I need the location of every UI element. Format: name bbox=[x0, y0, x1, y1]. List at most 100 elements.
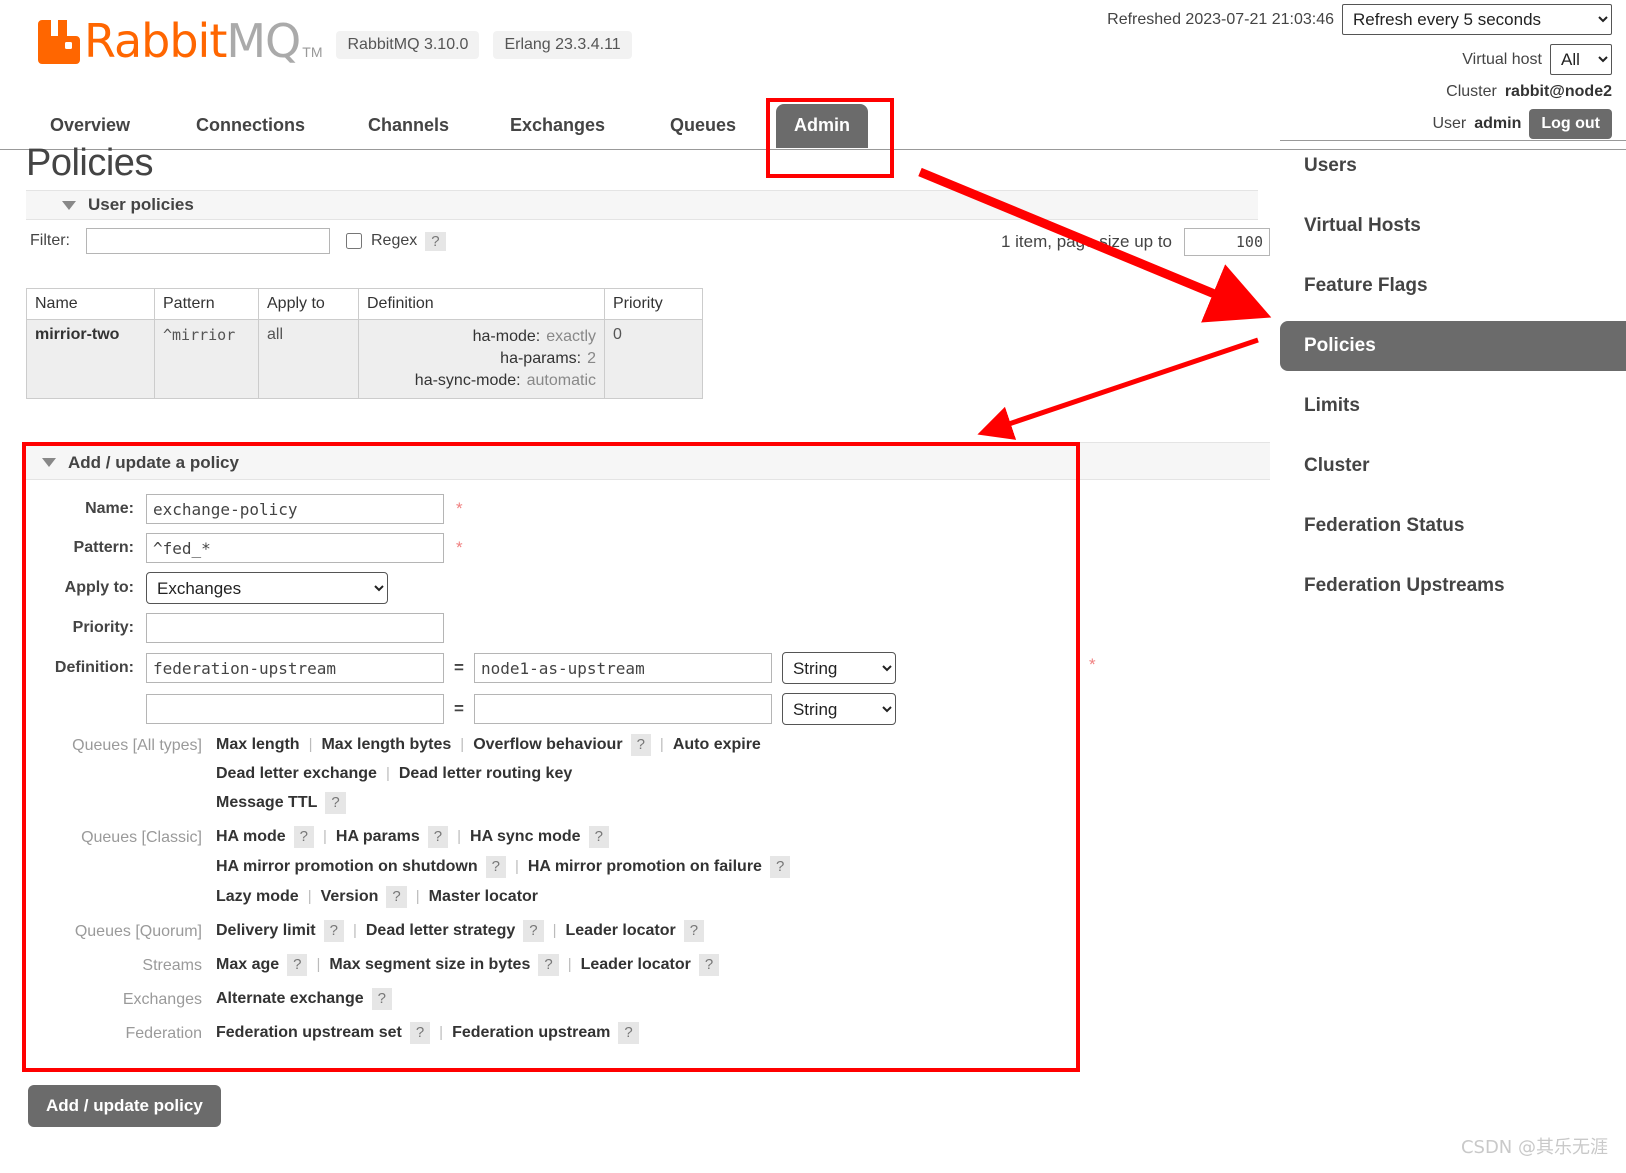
help-icon[interactable]: ? bbox=[323, 920, 344, 942]
help-icon[interactable]: ? bbox=[386, 886, 407, 908]
shortcut-link-dead-letter-routing-key[interactable]: Dead letter routing key bbox=[399, 765, 572, 782]
shortcut-link-ha-params[interactable]: HA params bbox=[336, 828, 420, 845]
rabbitmq-logo[interactable]: Rabbit MQ TM RabbitMQ 3.10.0 Erlang 23.3… bbox=[38, 18, 632, 64]
shortcut-line: Max length | Max length bytes | Overflow beh… bbox=[216, 734, 1076, 756]
nav-tab-connections[interactable]: Connections bbox=[178, 104, 323, 148]
item-count-label: 1 item, page size up to bbox=[1000, 232, 1172, 251]
shortcut-link-message-ttl[interactable]: Message TTL bbox=[216, 794, 317, 811]
regex-help-icon[interactable]: ? bbox=[425, 231, 446, 251]
col-header-name[interactable]: Name bbox=[26, 288, 155, 320]
shortcut-link-ha-sync-mode[interactable]: HA sync mode bbox=[470, 828, 581, 845]
add-policy-section-header[interactable]: Add / update a policy bbox=[26, 446, 1076, 480]
shortcut-link-max-length-bytes[interactable]: Max length bytes bbox=[321, 736, 451, 753]
nav-tab-exchanges[interactable]: Exchanges bbox=[492, 104, 623, 148]
sidebar-item-cluster[interactable]: Cluster bbox=[1280, 441, 1626, 491]
shortcut-category-label: Exchanges bbox=[122, 991, 202, 1008]
apply-to-select[interactable]: Exchanges and queuesExchangesQueues bbox=[146, 572, 388, 604]
help-icon[interactable]: ? bbox=[523, 920, 544, 942]
separator: | bbox=[307, 888, 312, 905]
collapse-triangle-icon[interactable] bbox=[62, 200, 76, 210]
policy-pattern-input[interactable] bbox=[146, 533, 444, 563]
policy-pattern-cell: ^mirrior bbox=[154, 319, 259, 399]
nav-tab-admin[interactable]: Admin bbox=[776, 104, 868, 148]
shortcut-link-leader-locator[interactable]: Leader locator bbox=[566, 922, 676, 939]
definition-key-input[interactable] bbox=[146, 694, 444, 724]
erlang-version-badge: Erlang 23.3.4.11 bbox=[493, 31, 632, 59]
nav-tab-channels[interactable]: Channels bbox=[350, 104, 467, 148]
sidebar-item-limits[interactable]: Limits bbox=[1280, 381, 1626, 431]
regex-checkbox[interactable] bbox=[346, 233, 362, 249]
help-icon[interactable]: ? bbox=[427, 826, 449, 848]
shortcut-link-alternate-exchange[interactable]: Alternate exchange bbox=[216, 990, 364, 1007]
name-label: Name: bbox=[85, 500, 134, 517]
page-header: Rabbit MQ TM RabbitMQ 3.10.0 Erlang 23.3… bbox=[0, 0, 1626, 139]
sidebar-item-label: Virtual Hosts bbox=[1304, 215, 1421, 236]
shortcut-link-auto-expire[interactable]: Auto expire bbox=[673, 736, 761, 753]
shortcut-link-dead-letter-exchange[interactable]: Dead letter exchange bbox=[216, 765, 377, 782]
help-icon[interactable]: ? bbox=[618, 1022, 639, 1044]
help-icon[interactable]: ? bbox=[325, 792, 346, 814]
help-icon[interactable]: ? bbox=[683, 920, 705, 942]
sidebar-item-virtual-hosts[interactable]: Virtual Hosts bbox=[1280, 201, 1626, 251]
shortcut-link-federation-upstream-set[interactable]: Federation upstream set bbox=[216, 1024, 402, 1041]
separator: | bbox=[308, 736, 313, 753]
vhost-select[interactable]: All/ bbox=[1550, 44, 1612, 75]
rabbitmq-version-badge: RabbitMQ 3.10.0 bbox=[336, 31, 480, 59]
filter-input[interactable] bbox=[86, 228, 330, 254]
shortcut-group: Exchanges Alternate exchange? bbox=[26, 988, 1076, 1018]
refresh-interval-select[interactable]: Refresh every 5 secondsRefresh every 10 … bbox=[1342, 4, 1612, 35]
sidebar-item-users[interactable]: Users bbox=[1280, 141, 1626, 191]
shortcut-link-max-age[interactable]: Max age bbox=[216, 956, 279, 973]
help-icon[interactable]: ? bbox=[293, 826, 314, 848]
shortcut-line: Lazy mode | Version? | Master locator bbox=[216, 886, 1076, 908]
help-icon[interactable]: ? bbox=[371, 988, 392, 1010]
help-icon[interactable]: ? bbox=[769, 856, 791, 878]
pattern-row: Pattern: * bbox=[26, 533, 1076, 563]
policy-name-cell[interactable]: mirrior-two bbox=[26, 319, 155, 399]
col-header-pattern[interactable]: Pattern bbox=[154, 288, 259, 320]
shortcut-link-version[interactable]: Version bbox=[321, 888, 379, 905]
separator: | bbox=[415, 888, 420, 905]
shortcut-link-master-locator[interactable]: Master locator bbox=[429, 888, 538, 905]
help-icon[interactable]: ? bbox=[698, 954, 720, 976]
shortcut-link-max-segment-size-in-bytes[interactable]: Max segment size in bytes bbox=[329, 956, 530, 973]
nav-tab-queues[interactable]: Queues bbox=[652, 104, 754, 148]
definition-key-input[interactable] bbox=[146, 653, 444, 683]
shortcut-link-ha-mirror-promotion-on-shutdown[interactable]: HA mirror promotion on shutdown bbox=[216, 858, 478, 875]
definition-value-input[interactable] bbox=[473, 653, 772, 683]
section-bar-filler bbox=[1080, 442, 1270, 480]
help-icon[interactable]: ? bbox=[588, 826, 609, 848]
shortcut-link-delivery-limit[interactable]: Delivery limit bbox=[216, 922, 316, 939]
shortcut-link-ha-mode[interactable]: HA mode bbox=[216, 828, 286, 845]
shortcut-link-dead-letter-strategy[interactable]: Dead letter strategy bbox=[366, 922, 515, 939]
definition-value-input[interactable] bbox=[473, 694, 772, 724]
shortcut-line: Federation upstream set? | Federation upst… bbox=[216, 1022, 1076, 1044]
shortcut-link-lazy-mode[interactable]: Lazy mode bbox=[216, 888, 299, 905]
shortcut-link-ha-mirror-promotion-on-failure[interactable]: HA mirror promotion on failure bbox=[528, 858, 762, 875]
help-icon[interactable]: ? bbox=[485, 856, 506, 878]
definition-type-select[interactable]: StringNumberBooleanList bbox=[781, 652, 896, 684]
shortcut-link-leader-locator[interactable]: Leader locator bbox=[581, 956, 691, 973]
help-icon[interactable]: ? bbox=[538, 954, 559, 976]
help-icon[interactable]: ? bbox=[630, 734, 651, 756]
sidebar-item-federation-upstreams[interactable]: Federation Upstreams bbox=[1280, 561, 1626, 611]
sidebar-item-federation-status[interactable]: Federation Status bbox=[1280, 501, 1626, 551]
help-icon[interactable]: ? bbox=[287, 954, 308, 976]
shortcut-link-max-length[interactable]: Max length bbox=[216, 736, 300, 753]
shortcut-link-federation-upstream[interactable]: Federation upstream bbox=[452, 1024, 610, 1041]
policy-name-input[interactable] bbox=[146, 494, 444, 524]
collapse-triangle-icon[interactable] bbox=[42, 458, 56, 467]
help-icon[interactable]: ? bbox=[409, 1022, 431, 1044]
shortcut-line: Max age? | Max segment size in bytes? | Lead… bbox=[216, 954, 1076, 976]
shortcut-link-overflow-behaviour[interactable]: Overflow behaviour bbox=[473, 736, 622, 753]
col-header-definition[interactable]: Definition bbox=[358, 288, 605, 320]
policy-priority-input[interactable] bbox=[146, 613, 444, 643]
definition-type-select[interactable]: StringNumberBooleanList bbox=[781, 693, 896, 725]
col-header-apply-to[interactable]: Apply to bbox=[258, 288, 359, 320]
page-size-input[interactable] bbox=[1184, 228, 1270, 256]
sidebar-item-policies[interactable]: Policies bbox=[1280, 321, 1626, 371]
user-policies-section-header[interactable]: User policies bbox=[26, 190, 1258, 220]
col-header-priority[interactable]: Priority bbox=[604, 288, 703, 320]
add-update-policy-button[interactable]: Add / update policy bbox=[28, 1085, 221, 1127]
sidebar-item-feature-flags[interactable]: Feature Flags bbox=[1280, 261, 1626, 311]
